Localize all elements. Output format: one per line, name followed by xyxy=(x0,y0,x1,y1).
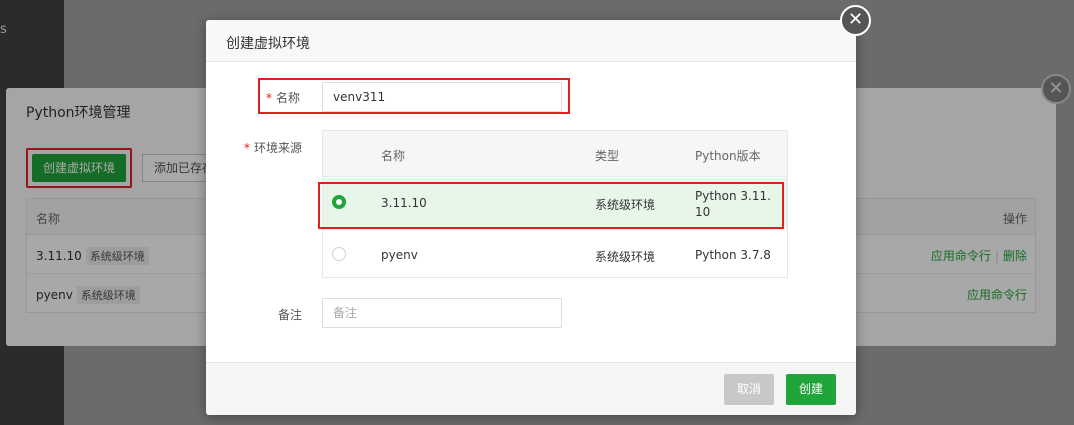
create-button[interactable]: 创建 xyxy=(786,374,836,405)
remark-label: 备注 xyxy=(278,308,303,322)
remark-input[interactable] xyxy=(322,298,562,328)
required-mark: * xyxy=(244,141,250,155)
source-table-header: 名称 类型 Python版本 xyxy=(323,131,787,177)
name-label-text: 名称 xyxy=(276,91,301,105)
source-version: Python 3.7.8 xyxy=(695,248,771,262)
name-label: * 名称 xyxy=(266,89,300,106)
dialog-header: 创建虚拟环境 xyxy=(206,20,856,62)
source-col-name: 名称 xyxy=(381,149,406,163)
selected-row-highlight xyxy=(318,182,784,229)
source-col-version: Python版本 xyxy=(695,149,761,163)
source-col-type: 类型 xyxy=(595,149,620,163)
source-label-text: 环境来源 xyxy=(254,141,303,155)
source-type: 系统级环境 xyxy=(595,250,656,264)
source-label: * 环境来源 xyxy=(244,139,302,156)
panel-close-icon[interactable]: ✕ xyxy=(1041,74,1071,104)
radio-unselected-icon[interactable] xyxy=(332,247,346,261)
source-name: pyenv xyxy=(381,248,418,262)
create-venv-dialog: 创建虚拟环境 *名称 *环境来源 名称 类型 Python版本 3.11.10 … xyxy=(206,20,856,415)
cancel-button[interactable]: 取消 xyxy=(724,374,774,405)
sidebar-text-fragment: s xyxy=(0,22,7,37)
dialog-close-icon[interactable]: ✕ xyxy=(840,5,871,36)
dialog-footer: 取消 创建 xyxy=(206,362,856,415)
required-mark: * xyxy=(266,91,272,105)
dialog-title: 创建虚拟环境 xyxy=(226,36,310,52)
name-input[interactable] xyxy=(322,82,562,112)
source-row[interactable]: pyenv 系统级环境 Python 3.7.8 xyxy=(323,229,787,279)
